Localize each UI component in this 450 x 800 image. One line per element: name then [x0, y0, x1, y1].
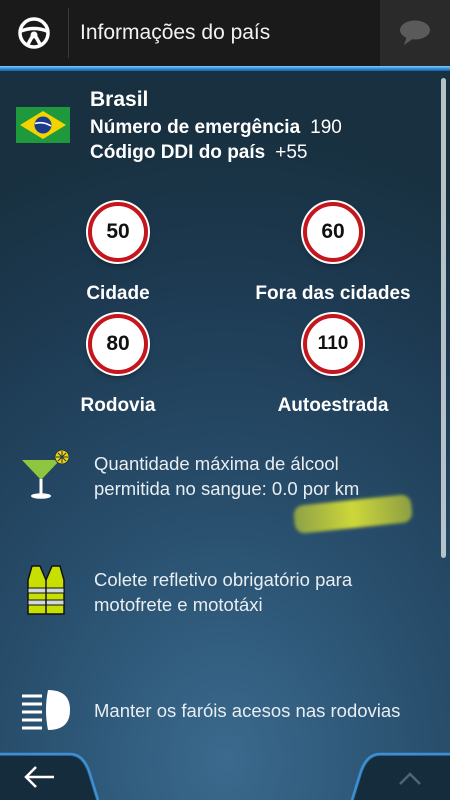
safety-vest-icon [27, 565, 65, 615]
ddi-value: +55 [275, 142, 308, 163]
header-divider [68, 8, 69, 58]
brazil-flag-icon [16, 107, 70, 143]
emergency-number: Número de emergência 190 [90, 117, 342, 139]
emergency-label: Número de emergência [90, 117, 301, 138]
headlight-icon [22, 690, 70, 730]
cocktail-icon [22, 449, 70, 499]
country-ddi-code: Código DDI do país +55 [90, 142, 307, 164]
header-accent-line [0, 66, 450, 71]
back-button[interactable] [0, 744, 100, 800]
speech-bubble-icon [400, 20, 430, 45]
speed-limit-sign-city: 50 [88, 202, 148, 262]
home-button[interactable] [0, 0, 68, 66]
scroll-up-button[interactable] [350, 744, 450, 800]
steering-wheel-icon [18, 17, 50, 49]
speed-limit-sign-highway: 80 [88, 314, 148, 374]
vest-rule-line1: Colete refletivo obrigatório para [94, 569, 353, 590]
headlight-rule-line1: Manter os faróis acesos nas rodovias [94, 700, 401, 721]
alcohol-limit-text: Quantidade máxima de álcool permitida no… [94, 451, 439, 501]
speed-limit-label-motorway: Autoestrada [277, 395, 389, 416]
headlight-rule-text: Manter os faróis acesos nas rodovias [94, 698, 439, 723]
page-title: Informações do país [80, 21, 271, 44]
bottom-bar [0, 744, 450, 800]
speed-limit-sign-motorway: 110 [303, 314, 363, 374]
speed-limit-label-city: Cidade [86, 283, 150, 304]
ddi-label: Código DDI do país [90, 142, 266, 163]
emergency-value: 190 [310, 117, 342, 138]
country-name: Brasil [90, 88, 149, 111]
chat-button[interactable] [380, 0, 450, 66]
scrollbar[interactable] [441, 78, 446, 558]
speed-limit-label-outside-city: Fora das cidades [255, 283, 411, 304]
speed-limit-label-highway: Rodovia [80, 395, 156, 416]
vest-rule-line2: motofrete e mototáxi [94, 594, 263, 615]
app-header: Informações do país [0, 0, 450, 66]
vest-rule-text: Colete refletivo obrigatório para motofr… [94, 567, 439, 617]
speed-limit-sign-outside-city: 60 [303, 202, 363, 262]
alcohol-limit-line1: Quantidade máxima de álcool [94, 453, 339, 474]
